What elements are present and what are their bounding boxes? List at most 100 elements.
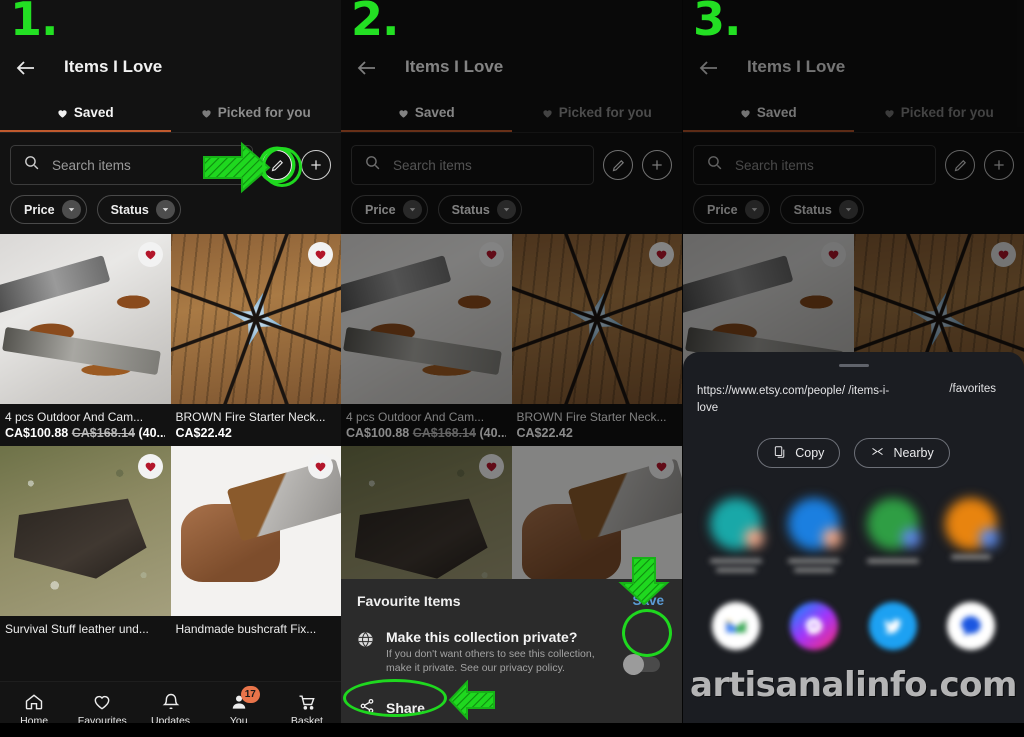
back-arrow-icon[interactable] [14, 56, 38, 80]
product-card[interactable]: BROWN Fire Starter Neck... CA$22.42 [170, 234, 341, 446]
chevron-down-icon [61, 200, 81, 219]
favorite-heart-badge[interactable] [308, 242, 333, 267]
annotation-circle-privacy-toggle [622, 609, 672, 657]
contact-avatar [866, 498, 921, 551]
product-card[interactable]: BROWN Fire Starter Neck... CA$22.42 [511, 234, 682, 446]
edit-collection-button[interactable] [945, 150, 975, 180]
contact-name-blurred [866, 559, 919, 564]
search-input[interactable]: Search items [693, 145, 936, 185]
step-number-2: 2. [351, 0, 399, 46]
privacy-toggle[interactable] [623, 654, 660, 676]
tab-picked-for-you[interactable]: Picked for you [171, 92, 342, 132]
product-card[interactable]: Survival Stuff leather und... [0, 446, 171, 642]
filter-status-label: Status [793, 202, 832, 217]
save-button[interactable]: Save [632, 593, 664, 608]
tab-saved[interactable]: Saved [683, 92, 854, 132]
tab-picked-for-you[interactable]: Picked for you [854, 92, 1024, 132]
nearby-label: Nearby [893, 446, 934, 461]
favorite-heart-badge[interactable] [308, 454, 333, 479]
screenshot-stage: 1. Items I Love Saved Picked for you Sea… [0, 0, 1024, 737]
drag-handle[interactable] [838, 364, 869, 367]
share-app-messenger[interactable] [776, 602, 852, 651]
product-caption: 4 pcs Outdoor And Cam... CA$100.88 CA$16… [0, 404, 171, 446]
contact-name-blurred [788, 559, 841, 564]
copy-button[interactable]: Copy [757, 438, 841, 469]
privacy-setting-row: Make this collection private? If you don… [357, 629, 666, 676]
filter-price-label: Price [24, 202, 55, 217]
add-collection-button[interactable] [984, 150, 1014, 180]
heart-icon [201, 107, 212, 118]
product-image [170, 234, 341, 404]
tab-picked-label: Picked for you [558, 104, 652, 120]
chevron-down-icon [402, 200, 422, 219]
product-grid: 4 pcs Outdoor And Cam... CA$100.88 CA$16… [341, 234, 682, 616]
share-contact[interactable] [855, 498, 931, 564]
product-card[interactable]: 4 pcs Outdoor And Cam... CA$100.88 CA$16… [0, 234, 171, 446]
tab-saved[interactable]: Saved [341, 92, 512, 132]
share-sheet-actions: Copy Nearby [697, 438, 1010, 469]
favorite-heart-badge[interactable] [478, 454, 504, 479]
page-title: Items I Love [747, 57, 846, 76]
tab-picked-label: Picked for you [900, 104, 994, 120]
filter-status[interactable]: Status [96, 195, 181, 224]
filter-price[interactable]: Price [10, 195, 87, 224]
share-contact[interactable] [776, 498, 852, 573]
tab-bar: Saved Picked for you [0, 92, 341, 132]
favorite-heart-badge[interactable] [649, 454, 674, 479]
page-title: Items I Love [405, 57, 504, 76]
filter-chips: Price Status [0, 193, 341, 234]
search-row: Search items [683, 133, 1024, 193]
product-title: Handmade bushcraft Fix... [175, 622, 317, 636]
share-apps-row [697, 602, 1010, 651]
search-input[interactable]: Search items [10, 145, 253, 185]
add-collection-button[interactable] [301, 150, 331, 180]
share-app-gmail[interactable] [698, 602, 774, 651]
share-contacts-row [697, 498, 1010, 573]
share-contact[interactable] [698, 498, 774, 573]
filter-price[interactable]: Price [693, 195, 770, 224]
nav-you-badge: 17 [240, 686, 260, 703]
favorite-heart-badge[interactable] [649, 242, 674, 267]
filter-status[interactable]: Status [779, 195, 864, 224]
copy-label: Copy [795, 446, 825, 461]
favorite-heart-badge[interactable] [137, 242, 163, 267]
active-tab-underline [341, 130, 512, 132]
annotation-circle-edit-button [262, 147, 302, 187]
contact-name-blurred [950, 555, 991, 560]
product-caption: Survival Stuff leather und... [0, 616, 171, 642]
search-input[interactable]: Search items [351, 145, 594, 185]
nearby-share-icon [870, 444, 885, 462]
step-number-1: 1. [10, 0, 58, 46]
chevron-down-icon [744, 200, 764, 219]
share-app-messages[interactable] [933, 602, 1009, 651]
contact-avatar [944, 498, 999, 551]
back-arrow-icon[interactable] [355, 56, 379, 80]
edit-collection-button[interactable] [603, 150, 633, 180]
nearby-button[interactable]: Nearby [854, 438, 950, 469]
favorite-heart-badge[interactable] [820, 242, 846, 267]
contact-app-badge [744, 528, 765, 549]
favorite-heart-badge[interactable] [478, 242, 504, 267]
favorite-heart-badge[interactable] [991, 242, 1016, 267]
product-caption: Handmade bushcraft Fix... [171, 616, 342, 642]
tab-saved-label: Saved [414, 104, 455, 120]
search-placeholder: Search items [52, 157, 131, 173]
product-title: 4 pcs Outdoor And Cam... [346, 410, 485, 424]
back-arrow-icon[interactable] [697, 56, 721, 80]
share-app-twitter[interactable] [855, 602, 931, 651]
filter-status[interactable]: Status [437, 195, 522, 224]
contact-avatar [710, 498, 765, 551]
product-image [511, 234, 682, 404]
favorite-heart-badge[interactable] [137, 454, 163, 479]
tab-picked-for-you[interactable]: Picked for you [512, 92, 683, 132]
search-icon [23, 154, 40, 176]
filter-price[interactable]: Price [351, 195, 428, 224]
heart-icon [884, 107, 895, 118]
annotation-circle-share-button [343, 679, 447, 717]
product-card[interactable]: Handmade bushcraft Fix... [170, 446, 342, 642]
heart-icon [57, 107, 68, 118]
add-collection-button[interactable] [642, 150, 672, 180]
share-contact[interactable] [933, 498, 1009, 560]
tab-saved[interactable]: Saved [0, 92, 171, 132]
product-card[interactable]: 4 pcs Outdoor And Cam... CA$100.88 CA$16… [341, 234, 512, 446]
